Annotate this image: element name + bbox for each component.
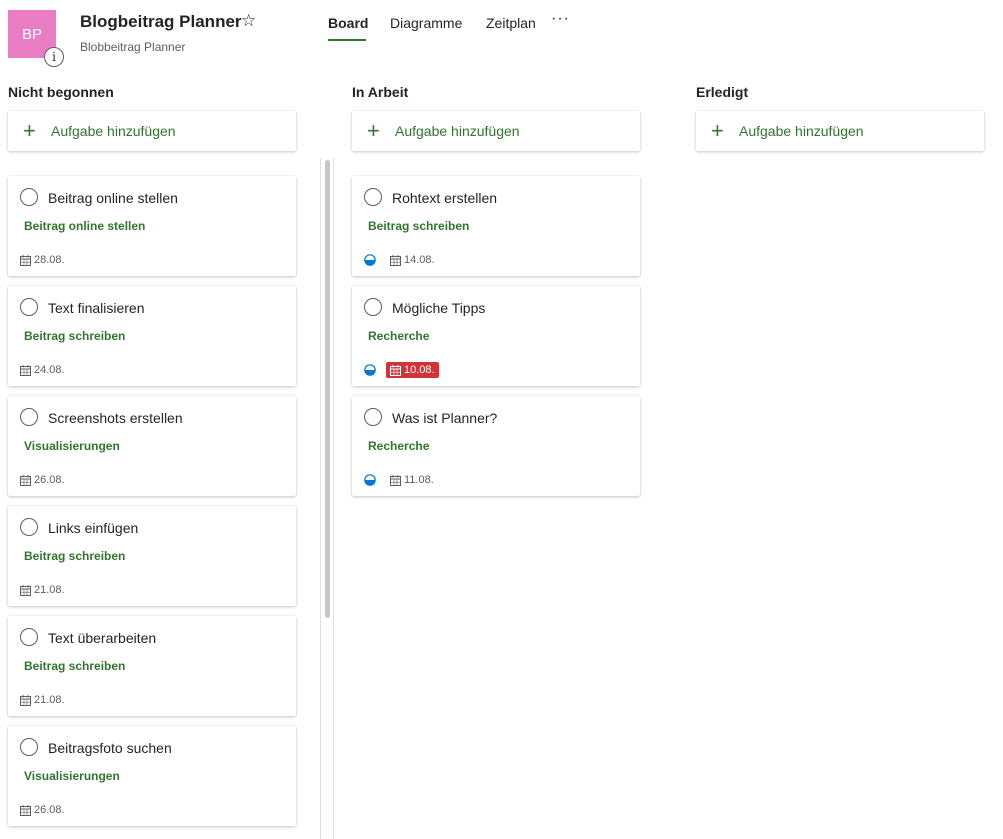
complete-task-checkbox[interactable] (20, 738, 38, 756)
complete-task-checkbox[interactable] (364, 408, 382, 426)
due-date-text: 10.08. (404, 364, 435, 376)
task-card[interactable]: Screenshots erstellen Visualisierungen 26.… (8, 396, 296, 496)
task-bucket-label: Beitrag schreiben (24, 659, 126, 673)
calendar-icon (20, 364, 31, 376)
due-date: 24.08. (20, 364, 65, 376)
task-meta: 10.08. (364, 362, 439, 378)
tab-zeitplan[interactable]: Zeitplan (486, 15, 536, 31)
column-title: Erledigt (696, 84, 749, 100)
task-meta: 26.08. (20, 472, 65, 488)
add-task-label: Aufgabe hinzufügen (739, 123, 864, 139)
task-card[interactable]: Rohtext erstellen Beitrag schreiben 14.08. (352, 176, 640, 276)
task-bucket-label: Recherche (368, 329, 430, 343)
column-title: Nicht begonnen (8, 84, 114, 100)
task-title: Screenshots erstellen (48, 410, 183, 426)
task-card[interactable]: Text überarbeiten Beitrag schreiben 21.08. (8, 616, 296, 716)
complete-task-checkbox[interactable] (364, 188, 382, 206)
plan-header: BP i Blogbeitrag Planner ☆ Blobbeitrag P… (0, 0, 1003, 70)
complete-task-checkbox[interactable] (364, 298, 382, 316)
task-bucket-label: Visualisierungen (24, 769, 120, 783)
tab-diagramme[interactable]: Diagramme (390, 15, 462, 31)
plan-subtitle: Blobbeitrag Planner (80, 40, 186, 54)
task-title: Beitragsfoto suchen (48, 740, 172, 756)
task-bucket-label: Beitrag online stellen (24, 219, 146, 233)
task-card[interactable]: Mögliche Tipps Recherche 10.08. (352, 286, 640, 386)
active-tab-indicator (328, 39, 366, 41)
due-date-text: 11.08. (404, 474, 434, 486)
task-title: Rohtext erstellen (392, 190, 498, 206)
plus-icon: + (23, 118, 36, 143)
due-date: 26.08. (20, 474, 65, 486)
task-bucket-label: Recherche (368, 439, 430, 453)
due-date: 21.08. (20, 694, 65, 706)
task-meta: 21.08. (20, 692, 65, 708)
calendar-icon (390, 474, 401, 486)
task-title: Text überarbeiten (48, 630, 157, 646)
complete-task-checkbox[interactable] (20, 298, 38, 316)
task-title: Beitrag online stellen (48, 190, 178, 206)
task-title: Was ist Planner? (392, 410, 498, 426)
task-card[interactable]: Text finalisieren Beitrag schreiben 24.08. (8, 286, 296, 386)
calendar-icon (390, 364, 401, 376)
task-card[interactable]: Beitragsfoto suchen Visualisierungen 26.08… (8, 726, 296, 826)
task-bucket-label: Beitrag schreiben (368, 219, 470, 233)
add-task-label: Aufgabe hinzufügen (395, 123, 520, 139)
due-date-text: 26.08. (34, 474, 65, 486)
calendar-icon (390, 254, 401, 266)
task-meta: 21.08. (20, 582, 65, 598)
complete-task-checkbox[interactable] (20, 408, 38, 426)
due-date: 26.08. (20, 804, 65, 816)
plus-icon: + (711, 118, 724, 143)
progress-half-icon (364, 474, 376, 486)
task-card[interactable]: Links einfügen Beitrag schreiben 21.08. (8, 506, 296, 606)
due-date-text: 21.08. (34, 584, 65, 596)
add-task-button[interactable]: + Aufgabe hinzufügen (696, 111, 984, 151)
favorite-star-icon[interactable]: ☆ (241, 11, 256, 31)
due-date-text: 14.08. (404, 254, 435, 266)
task-title: Mögliche Tipps (392, 300, 486, 316)
task-title: Links einfügen (48, 520, 139, 536)
scrollbar-thumb[interactable] (325, 160, 330, 618)
task-bucket-label: Beitrag schreiben (24, 329, 126, 343)
due-date: 11.08. (390, 474, 434, 486)
calendar-icon (20, 474, 31, 486)
add-task-label: Aufgabe hinzufügen (51, 123, 176, 139)
due-date: 21.08. (20, 584, 65, 596)
due-date: 10.08. (386, 362, 439, 378)
progress-half-icon (364, 364, 376, 376)
task-meta: 24.08. (20, 362, 65, 378)
more-options-icon[interactable]: ··· (551, 10, 570, 28)
task-meta: 28.08. (20, 252, 65, 268)
column-title: In Arbeit (352, 84, 409, 100)
complete-task-checkbox[interactable] (20, 518, 38, 536)
due-date-text: 28.08. (34, 254, 65, 266)
calendar-icon (20, 804, 31, 816)
info-icon[interactable]: i (44, 47, 64, 67)
task-bucket-label: Beitrag schreiben (24, 549, 126, 563)
calendar-icon (20, 694, 31, 706)
complete-task-checkbox[interactable] (20, 188, 38, 206)
task-meta: 11.08. (364, 472, 434, 488)
due-date: 28.08. (20, 254, 65, 266)
task-meta: 14.08. (364, 252, 435, 268)
calendar-icon (20, 584, 31, 596)
due-date-text: 26.08. (34, 804, 65, 816)
add-task-button[interactable]: + Aufgabe hinzufügen (352, 111, 640, 151)
due-date-text: 24.08. (34, 364, 65, 376)
task-card[interactable]: Beitrag online stellen Beitrag online ste… (8, 176, 296, 276)
task-title: Text finalisieren (48, 300, 145, 316)
complete-task-checkbox[interactable] (20, 628, 38, 646)
task-bucket-label: Visualisierungen (24, 439, 120, 453)
task-card[interactable]: Was ist Planner? Recherche 11.08. (352, 396, 640, 496)
plan-title: Blogbeitrag Planner (80, 12, 242, 31)
add-task-button[interactable]: + Aufgabe hinzufügen (8, 111, 296, 151)
tab-board[interactable]: Board (328, 15, 368, 31)
due-date-text: 21.08. (34, 694, 65, 706)
due-date: 14.08. (390, 254, 435, 266)
column-scrollbar[interactable] (320, 158, 334, 839)
calendar-icon (20, 254, 31, 266)
task-meta: 26.08. (20, 802, 65, 818)
progress-half-icon (364, 254, 376, 266)
plus-icon: + (367, 118, 380, 143)
